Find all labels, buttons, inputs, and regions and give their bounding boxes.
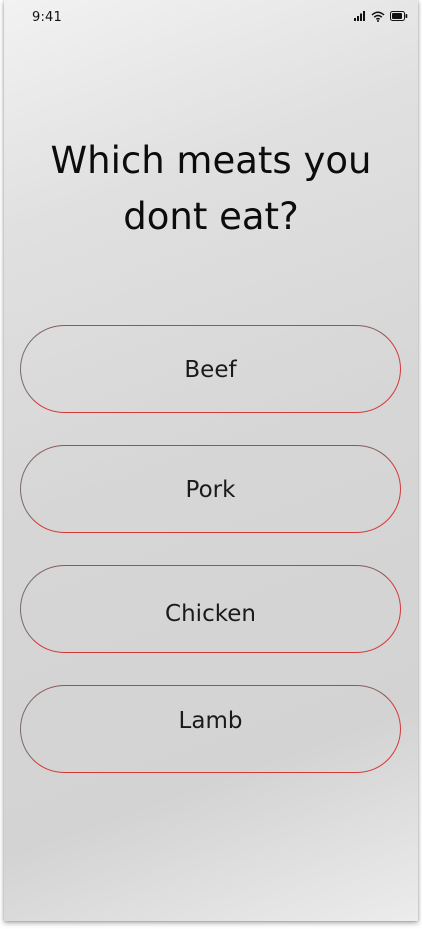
phone-screen: 9:41 Which meats you dont eat? Beef Pork…: [4, 0, 418, 921]
cellular-signal-icon: [354, 11, 366, 21]
status-icons: [354, 9, 408, 23]
option-lamb-button[interactable]: Lamb: [20, 685, 401, 773]
question-line-2: dont eat?: [123, 195, 299, 238]
battery-icon: [390, 11, 408, 21]
option-label: Pork: [185, 476, 236, 503]
option-pork-button[interactable]: Pork: [20, 445, 401, 533]
status-bar: 9:41: [4, 0, 418, 36]
option-chicken-button[interactable]: Chicken: [20, 565, 401, 653]
option-beef-button[interactable]: Beef: [20, 325, 401, 413]
option-label: Beef: [184, 357, 237, 383]
status-time: 9:41: [32, 10, 62, 25]
option-label: Lamb: [178, 707, 243, 734]
option-label: Chicken: [165, 601, 256, 627]
question-line-1: Which meats you: [50, 139, 372, 182]
wifi-icon: [371, 11, 385, 22]
question-title: Which meats you dont eat?: [4, 133, 418, 245]
